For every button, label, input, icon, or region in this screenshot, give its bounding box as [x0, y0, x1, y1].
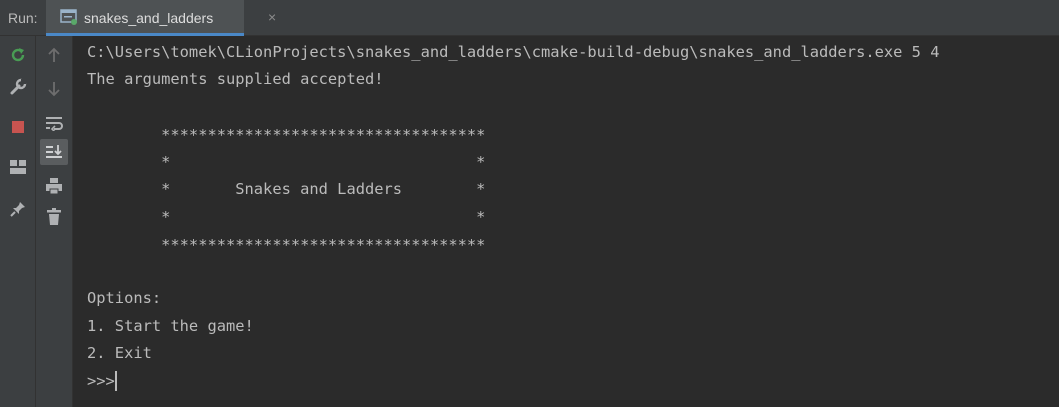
option-exit: 2. Exit	[87, 344, 152, 362]
run-toolbar-secondary	[36, 36, 73, 407]
text-cursor	[115, 371, 117, 391]
close-icon[interactable]: ×	[268, 9, 276, 25]
wrench-icon[interactable]	[4, 74, 32, 100]
stop-icon[interactable]	[4, 114, 32, 140]
input-prompt: >>>	[87, 372, 115, 390]
run-tool-window-header: Run: snakes_and_ladders ×	[0, 0, 1059, 36]
banner-top-border: ***********************************	[87, 126, 486, 144]
layout-icon[interactable]	[4, 154, 32, 180]
tab-label: snakes_and_ladders	[84, 10, 214, 26]
run-label: Run:	[8, 10, 38, 26]
print-icon[interactable]	[40, 173, 68, 199]
soft-wrap-icon[interactable]	[40, 110, 68, 136]
option-start-game: 1. Start the game!	[87, 317, 254, 335]
console-icon	[60, 9, 78, 25]
trash-icon[interactable]	[40, 204, 68, 230]
options-heading: Options:	[87, 289, 162, 307]
up-arrow-icon[interactable]	[40, 42, 68, 68]
pin-icon[interactable]	[4, 196, 32, 222]
banner-bottom-border: ***********************************	[87, 236, 486, 254]
run-toolbar-primary	[0, 36, 36, 407]
console-line-accepted: The arguments supplied accepted!	[87, 70, 384, 88]
scroll-to-end-icon[interactable]	[40, 139, 68, 165]
console-line-command: C:\Users\tomek\CLionProjects\snakes_and_…	[87, 43, 940, 61]
rerun-icon[interactable]	[4, 42, 32, 68]
console-output[interactable]: C:\Users\tomek\CLionProjects\snakes_and_…	[73, 36, 1059, 407]
down-arrow-icon[interactable]	[40, 76, 68, 102]
tab-snakes-and-ladders[interactable]: snakes_and_ladders ×	[46, 0, 276, 36]
banner-side: * *	[87, 153, 486, 171]
banner-title: * Snakes and Ladders *	[87, 180, 486, 198]
banner-side: * *	[87, 208, 486, 226]
